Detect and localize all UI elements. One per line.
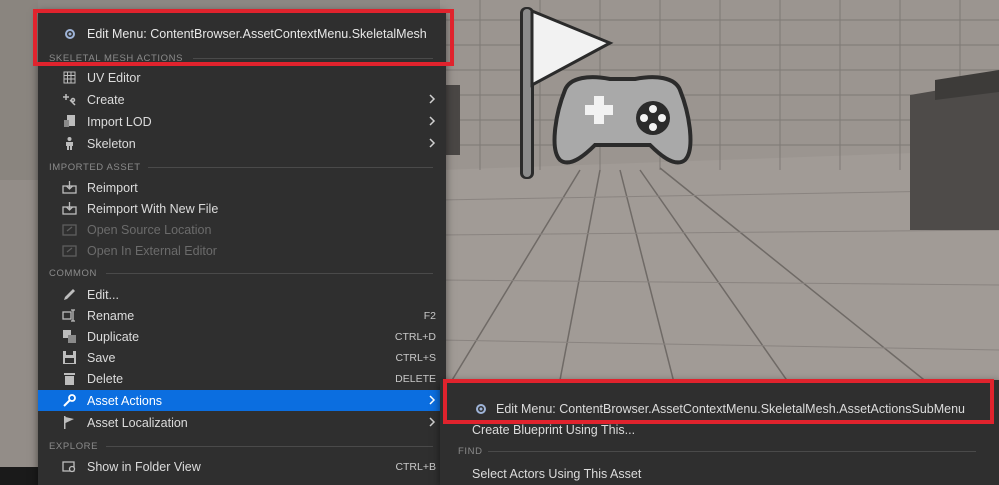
submenu-edit-menu-label: Edit Menu: ContentBrowser.AssetContextMe… bbox=[496, 402, 965, 416]
chevron-right-icon bbox=[429, 417, 436, 427]
trash-icon bbox=[64, 373, 75, 385]
asset-context-menu: Edit Menu: ContentBrowser.AssetContextMe… bbox=[38, 10, 446, 485]
section-divider bbox=[193, 58, 433, 59]
menu-item-skeleton[interactable]: Skeleton bbox=[38, 133, 446, 154]
chevron-right-icon bbox=[429, 138, 436, 148]
submenu-section-header-find: FIND bbox=[458, 446, 483, 457]
reimport-icon bbox=[62, 202, 77, 215]
game-mode-icon bbox=[520, 7, 693, 179]
flag-icon bbox=[64, 416, 74, 429]
menu-item-reimport[interactable]: Reimport bbox=[38, 177, 446, 198]
asset-actions-submenu: Edit Menu: ContentBrowser.AssetContextMe… bbox=[440, 380, 999, 485]
submenu-edit-menu-row[interactable]: Edit Menu: ContentBrowser.AssetContextMe… bbox=[440, 398, 999, 419]
menu-item-save[interactable]: Save CTRL+S bbox=[38, 347, 446, 368]
submenu-item-create-blueprint[interactable]: Create Blueprint Using This... bbox=[440, 419, 999, 440]
rename-icon bbox=[62, 309, 75, 322]
section-header-common: COMMON bbox=[49, 268, 97, 279]
menu-item-import-lod[interactable]: Import LOD bbox=[38, 111, 446, 132]
import-lod-icon bbox=[64, 115, 75, 127]
menu-item-open-source-location[interactable]: Open Source Location bbox=[38, 219, 446, 240]
section-divider bbox=[106, 273, 433, 274]
gear-icon bbox=[476, 404, 486, 414]
section-divider bbox=[106, 446, 433, 447]
submenu-item-select-actors[interactable]: Select Actors Using This Asset bbox=[440, 463, 999, 484]
section-divider bbox=[488, 451, 976, 452]
menu-item-edit[interactable]: Edit... bbox=[38, 284, 446, 305]
chevron-right-icon bbox=[429, 395, 436, 405]
section-header-skeletal: SKELETAL MESH ACTIONS bbox=[49, 53, 184, 64]
duplicate-icon bbox=[63, 330, 76, 343]
chevron-right-icon bbox=[429, 94, 436, 104]
menu-item-duplicate[interactable]: Duplicate CTRL+D bbox=[38, 326, 446, 347]
menu-item-open-external-editor[interactable]: Open In External Editor bbox=[38, 240, 446, 261]
uv-grid-icon bbox=[63, 71, 76, 84]
reimport-icon bbox=[62, 181, 77, 194]
pencil-icon bbox=[64, 289, 75, 300]
menu-item-asset-localization[interactable]: Asset Localization bbox=[38, 412, 446, 433]
section-header-imported: IMPORTED ASSET bbox=[49, 162, 141, 173]
external-editor-icon bbox=[62, 245, 77, 257]
wrench-icon bbox=[63, 394, 76, 407]
edit-menu-row[interactable]: Edit Menu: ContentBrowser.AssetContextMe… bbox=[38, 22, 446, 46]
menu-item-uv-editor[interactable]: UV Editor bbox=[38, 67, 446, 88]
folder-open-icon bbox=[62, 224, 77, 236]
menu-item-reimport-new-file[interactable]: Reimport With New File bbox=[38, 198, 446, 219]
menu-item-rename[interactable]: Rename F2 bbox=[38, 305, 446, 326]
create-icon bbox=[63, 94, 76, 106]
menu-item-asset-actions[interactable]: Asset Actions bbox=[38, 390, 446, 411]
save-icon bbox=[63, 351, 76, 364]
chevron-right-icon bbox=[429, 116, 436, 126]
edit-menu-label: Edit Menu: ContentBrowser.AssetContextMe… bbox=[87, 27, 427, 41]
section-divider bbox=[148, 167, 433, 168]
menu-item-show-in-folder-view[interactable]: Show in Folder View CTRL+B bbox=[38, 456, 446, 477]
menu-item-create[interactable]: Create bbox=[38, 89, 446, 110]
gear-icon bbox=[65, 29, 75, 39]
skeleton-icon bbox=[66, 137, 73, 150]
menu-item-delete[interactable]: Delete DELETE bbox=[38, 368, 446, 389]
section-header-explore: EXPLORE bbox=[49, 441, 99, 452]
folder-search-icon bbox=[62, 461, 76, 473]
